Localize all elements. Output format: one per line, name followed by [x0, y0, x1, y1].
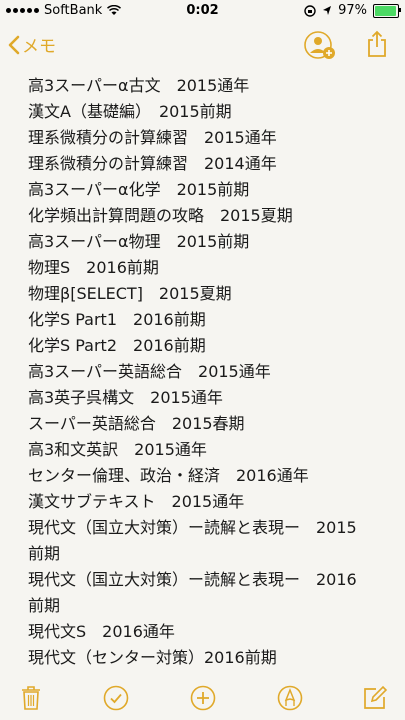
share-button[interactable]: [367, 30, 387, 62]
note-line: 前期: [28, 596, 61, 615]
checkmark-circle-icon: [103, 685, 129, 711]
note-line: 物理β[SELECT] 2015夏期: [28, 284, 232, 303]
battery-percent: 97%: [338, 3, 367, 18]
note-line: 高3和文英訳 2015通年: [28, 440, 207, 459]
note-line: センター倫理、政治・経済 2016通年: [28, 466, 309, 485]
note-line: 現代文（センター対策）2016前期: [28, 648, 277, 667]
trash-icon: [22, 686, 40, 710]
nav-bar: メモ: [0, 22, 405, 68]
plus-circle-icon: [190, 685, 216, 711]
chevron-left-icon: [8, 35, 20, 54]
note-line: 理系微積分の計算練習 2014通年: [28, 154, 277, 173]
compose-button[interactable]: [360, 683, 390, 713]
note-line: 高3スーパーα物理 2015前期: [28, 232, 250, 251]
note-line: 漢文A（基礎編） 2015前期: [28, 102, 232, 121]
add-people-button[interactable]: [303, 31, 337, 65]
note-line: 化学頻出計算問題の攻略 2015夏期: [28, 206, 293, 225]
battery-icon: [373, 3, 401, 18]
note-line: 化学S Part1 2016前期: [28, 310, 206, 329]
pen-circle-icon: [277, 685, 303, 711]
back-button[interactable]: メモ: [8, 32, 56, 57]
note-line: スーパー英語総合 2015春期: [28, 414, 245, 433]
note-line: 理系微積分の計算練習 2015通年: [28, 128, 277, 147]
share-icon: [368, 30, 386, 57]
note-line: 漢文サブテキスト 2015通年: [28, 492, 245, 511]
note-line: 前期: [28, 544, 61, 563]
note-line: 現代文S 2016通年: [28, 622, 175, 641]
back-label: メモ: [22, 37, 56, 57]
note-line: 高3スーパーα化学 2015前期: [28, 180, 250, 199]
note-line: 高3スーパー英語総合 2015通年: [28, 362, 271, 381]
bottom-toolbar: [0, 676, 405, 720]
status-bar: SoftBank 0:02 97%: [0, 0, 405, 22]
status-right: 97%: [304, 3, 401, 18]
note-line: 化学S Part2 2016前期: [28, 336, 206, 355]
checklist-button[interactable]: [101, 683, 131, 713]
add-button[interactable]: [188, 683, 218, 713]
note-line: 高3スーパーα古文 2015通年: [28, 76, 250, 95]
note-body[interactable]: 高3スーパーα古文 2015通年 漢文A（基礎編） 2015前期理系微積分の計算練…: [0, 68, 405, 676]
note-line: 高3英子呉構文 2015通年: [28, 388, 223, 407]
markup-button[interactable]: [275, 683, 305, 713]
note-line: 現代文（国立大対策）ー読解と表現ー 2015: [28, 518, 357, 537]
note-line: 現代文（国立大対策）ー読解と表現ー 2016: [28, 570, 357, 589]
compose-icon: [364, 685, 388, 709]
rotation-lock-icon: [304, 4, 316, 17]
add-person-icon: [304, 31, 335, 59]
note-line: 物理S 2016前期: [28, 258, 159, 277]
location-icon: [323, 6, 332, 15]
trash-button[interactable]: [16, 683, 46, 713]
